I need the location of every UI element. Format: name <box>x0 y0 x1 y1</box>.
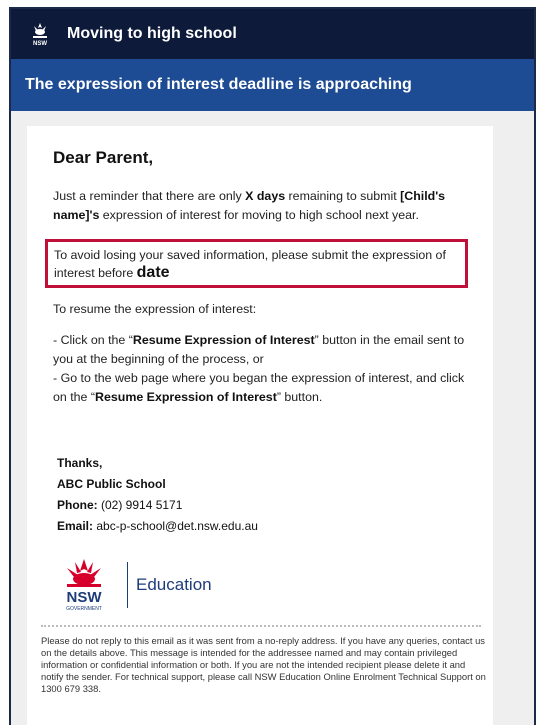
footer-divider <box>41 625 481 627</box>
reminder-post: expression of interest for moving to hig… <box>99 208 419 222</box>
email-address[interactable]: abc-p-school@det.nsw.edu.au <box>93 519 258 533</box>
resume-option-1: - Click on the “Resume Expression of Int… <box>53 331 477 369</box>
app-header: NSW Moving to high school <box>11 9 534 59</box>
option2-button-name: Resume Expression of Interest <box>95 390 277 404</box>
option1-pre: - Click on the “ <box>53 333 133 347</box>
phone-line: Phone: (02) 9914 5171 <box>57 495 477 516</box>
signature-block: Thanks, ABC Public School Phone: (02) 99… <box>53 453 477 537</box>
email-line: Email: abc-p-school@det.nsw.edu.au <box>57 516 477 537</box>
school-name: ABC Public School <box>57 477 166 491</box>
warning-text: To avoid losing your saved information, … <box>54 248 446 280</box>
footer-disclaimer: Please do not reply to this email as it … <box>41 635 486 694</box>
svg-text:NSW: NSW <box>33 41 47 46</box>
signature-thanks: Thanks, <box>57 456 103 470</box>
option1-button-name: Resume Expression of Interest <box>132 333 315 347</box>
phone-number: (02) 9914 5171 <box>97 498 183 512</box>
reminder-paragraph: Just a reminder that there are only X da… <box>53 187 477 225</box>
resume-option-2: - Go to the web page where you began the… <box>53 369 477 407</box>
banner-text: The expression of interest deadline is a… <box>25 76 412 93</box>
email-body: Dear Parent, Just a reminder that there … <box>27 126 493 726</box>
reminder-mid: remaining to submit <box>285 189 401 203</box>
waratah-logo-icon: NSW GOVERNMENT <box>66 559 103 612</box>
nsw-education-logo: NSW GOVERNMENT Education <box>53 557 477 613</box>
education-wordmark: Education <box>136 575 212 594</box>
deadline-date: date <box>136 264 170 281</box>
email-label: Email: <box>57 519 94 533</box>
logo-divider <box>127 562 128 608</box>
days-remaining: X days <box>245 189 286 203</box>
phone-label: Phone: <box>57 498 98 512</box>
greeting: Dear Parent, <box>53 148 154 167</box>
resume-intro: To resume the expression of interest: <box>53 302 257 316</box>
logo-government-text: GOVERNMENT <box>66 606 102 612</box>
highlighted-warning: To avoid losing your saved information, … <box>45 239 468 288</box>
logo-nsw-text: NSW <box>67 589 103 606</box>
nsw-waratah-icon: NSW <box>29 21 51 47</box>
option2-post: ” button. <box>276 390 323 404</box>
reminder-pre: Just a reminder that there are only <box>53 189 246 203</box>
deadline-banner: The expression of interest deadline is a… <box>11 59 534 111</box>
app-title: Moving to high school <box>67 25 237 42</box>
